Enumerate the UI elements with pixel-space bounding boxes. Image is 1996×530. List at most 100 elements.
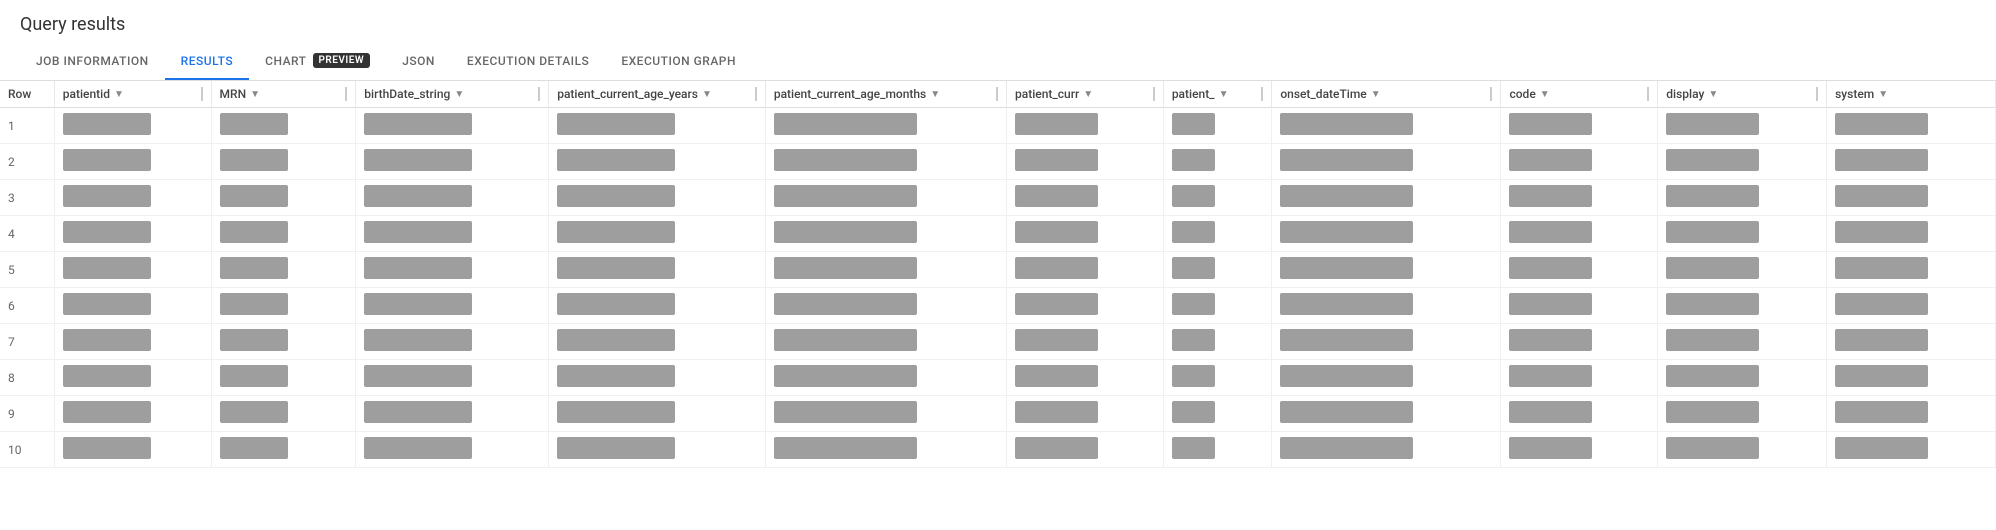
cell-onset_dateTime	[1272, 108, 1501, 144]
cell-mrn	[211, 360, 356, 396]
col-header-code[interactable]: code ▼	[1501, 81, 1658, 108]
tab-results[interactable]: RESULTS	[165, 44, 249, 80]
row-number: 7	[0, 324, 54, 360]
cell-patient_curr	[1007, 288, 1164, 324]
cell-code	[1501, 396, 1658, 432]
cell-birthDate_string	[356, 252, 549, 288]
cell-onset_dateTime	[1272, 288, 1501, 324]
sort-icon-display: ▼	[1708, 89, 1718, 100]
cell-display	[1658, 180, 1827, 216]
cell-display	[1658, 108, 1827, 144]
col-header-system[interactable]: system ▼	[1827, 81, 1996, 108]
resize-display[interactable]	[1814, 87, 1818, 101]
cell-patient	[1163, 288, 1272, 324]
cell-birthDate_string	[356, 288, 549, 324]
table-row: 3	[0, 180, 1996, 216]
col-header-onset[interactable]: onset_dateTime ▼	[1272, 81, 1501, 108]
cell-system	[1827, 288, 1996, 324]
cell-code	[1501, 108, 1658, 144]
row-number: 5	[0, 252, 54, 288]
cell-onset_dateTime	[1272, 432, 1501, 468]
cell-patient_current_age_months	[765, 432, 1006, 468]
cell-patient_current_age_months	[765, 108, 1006, 144]
col-header-patient[interactable]: patient_ ▼	[1163, 81, 1272, 108]
cell-system	[1827, 108, 1996, 144]
table-row: 1	[0, 108, 1996, 144]
cell-display	[1658, 432, 1827, 468]
table-row: 2	[0, 144, 1996, 180]
col-header-patient-curr[interactable]: patient_curr ▼	[1007, 81, 1164, 108]
cell-onset_dateTime	[1272, 396, 1501, 432]
table-row: 6	[0, 288, 1996, 324]
cell-patient_curr	[1007, 108, 1164, 144]
tab-json[interactable]: JSON	[386, 44, 451, 80]
cell-system	[1827, 396, 1996, 432]
cell-patient_curr	[1007, 252, 1164, 288]
col-header-patientid[interactable]: patientid ▼	[54, 81, 211, 108]
cell-code	[1501, 324, 1658, 360]
cell-patient_curr	[1007, 396, 1164, 432]
cell-patient_curr	[1007, 180, 1164, 216]
page-title: Query results	[0, 0, 1996, 43]
cell-patient_current_age_years	[549, 216, 766, 252]
cell-patientid	[54, 252, 211, 288]
sort-icon-age-years: ▼	[702, 89, 712, 100]
col-header-mrn[interactable]: MRN ▼	[211, 81, 356, 108]
cell-mrn	[211, 216, 356, 252]
cell-mrn	[211, 324, 356, 360]
resize-onset[interactable]	[1488, 87, 1492, 101]
sort-icon-birthdate: ▼	[454, 89, 464, 100]
resize-age-months[interactable]	[994, 87, 998, 101]
row-number: 8	[0, 360, 54, 396]
cell-patient_current_age_years	[549, 180, 766, 216]
resize-patientid[interactable]	[199, 87, 203, 101]
cell-system	[1827, 216, 1996, 252]
tab-execution-graph[interactable]: EXECUTION GRAPH	[605, 44, 752, 80]
cell-birthDate_string	[356, 108, 549, 144]
cell-patient	[1163, 396, 1272, 432]
cell-code	[1501, 144, 1658, 180]
col-header-birthdate[interactable]: birthDate_string ▼	[356, 81, 549, 108]
cell-onset_dateTime	[1272, 252, 1501, 288]
sort-icon-patient-curr: ▼	[1083, 89, 1093, 100]
cell-patientid	[54, 396, 211, 432]
cell-code	[1501, 432, 1658, 468]
cell-display	[1658, 216, 1827, 252]
cell-mrn	[211, 432, 356, 468]
tab-chart-label: CHART	[265, 54, 306, 68]
col-header-age-years[interactable]: patient_current_age_years ▼	[549, 81, 766, 108]
row-number: 2	[0, 144, 54, 180]
cell-patient_current_age_years	[549, 324, 766, 360]
table-row: 10	[0, 432, 1996, 468]
cell-patient_current_age_years	[549, 288, 766, 324]
cell-system	[1827, 432, 1996, 468]
resize-code[interactable]	[1645, 87, 1649, 101]
cell-birthDate_string	[356, 396, 549, 432]
cell-patientid	[54, 288, 211, 324]
col-header-age-months[interactable]: patient_current_age_months ▼	[765, 81, 1006, 108]
cell-patient_current_age_months	[765, 252, 1006, 288]
col-header-display[interactable]: display ▼	[1658, 81, 1827, 108]
table-row: 5	[0, 252, 1996, 288]
row-number: 6	[0, 288, 54, 324]
cell-display	[1658, 288, 1827, 324]
cell-mrn	[211, 144, 356, 180]
sort-icon-age-months: ▼	[930, 89, 940, 100]
cell-display	[1658, 324, 1827, 360]
cell-onset_dateTime	[1272, 360, 1501, 396]
resize-mrn[interactable]	[343, 87, 347, 101]
cell-patient_current_age_months	[765, 216, 1006, 252]
tab-job-information[interactable]: JOB INFORMATION	[20, 44, 165, 80]
resize-patient-curr[interactable]	[1151, 87, 1155, 101]
cell-patientid	[54, 432, 211, 468]
cell-mrn	[211, 288, 356, 324]
table-row: 9	[0, 396, 1996, 432]
sort-icon-patientid: ▼	[114, 89, 124, 100]
cell-patient_current_age_years	[549, 360, 766, 396]
cell-onset_dateTime	[1272, 180, 1501, 216]
tab-execution-details[interactable]: EXECUTION DETAILS	[451, 44, 605, 80]
tab-chart[interactable]: CHART PREVIEW	[249, 43, 386, 80]
resize-patient[interactable]	[1259, 87, 1263, 101]
resize-age-years[interactable]	[753, 87, 757, 101]
resize-birthdate[interactable]	[536, 87, 540, 101]
